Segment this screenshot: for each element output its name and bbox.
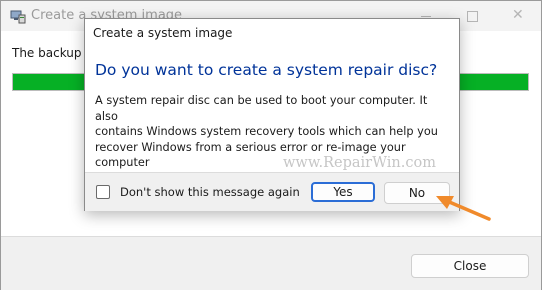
dialog-heading: Do you want to create a system repair di… [95,61,438,79]
maximize-icon [467,11,478,22]
backup-window-footer: Close [1,236,541,290]
minimize-icon [421,16,431,17]
watermark: www.RepairWin.com [283,155,436,171]
dialog-titlebar: Create a system image [85,19,459,47]
close-icon: ✕ [512,7,524,23]
repair-disc-dialog: Create a system image Do you want to cre… [84,18,460,211]
close-button[interactable]: Close [411,254,529,278]
system-image-icon [10,10,26,24]
yes-button[interactable]: Yes [311,182,375,202]
backup-status-text: The backup c [12,46,92,60]
dont-show-again-label[interactable]: Don't show this message again [120,185,300,199]
dont-show-again-checkbox[interactable] [96,185,110,199]
dialog-footer: Don't show this message again Yes No [85,172,459,211]
no-button[interactable]: No [384,182,450,204]
window-close-button[interactable]: ✕ [495,1,541,31]
dialog-title: Create a system image [93,26,233,40]
